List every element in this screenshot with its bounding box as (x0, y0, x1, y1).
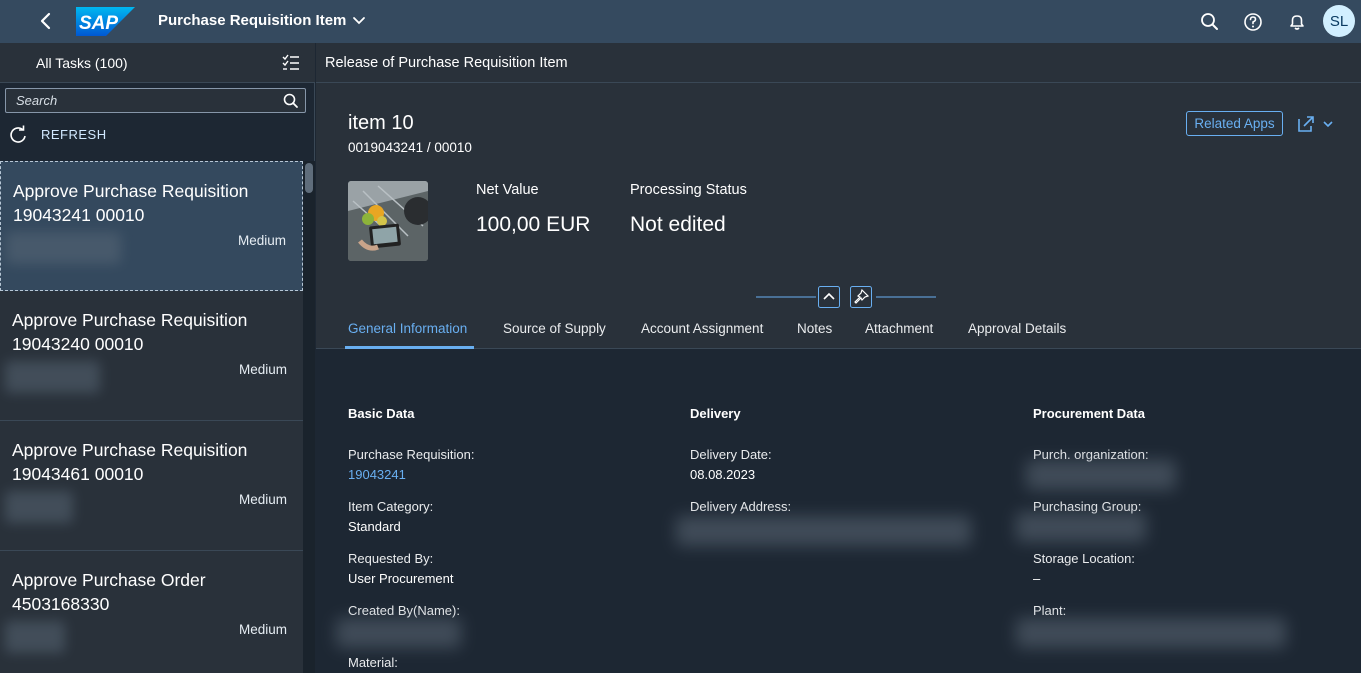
net-value: 100,00 EUR (476, 213, 591, 236)
delivery-date-value: 08.08.2023 (690, 467, 756, 482)
scrollbar-thumb[interactable] (305, 163, 313, 193)
notifications-icon[interactable] (1286, 11, 1308, 33)
delivery-date-label: Delivery Date: (690, 447, 772, 462)
redacted-text (336, 618, 461, 648)
refresh-icon (10, 125, 26, 143)
storage-location-label: Storage Location: (1033, 551, 1135, 566)
processing-status-value: Not edited (630, 213, 726, 236)
search-icon[interactable] (1199, 11, 1221, 33)
object-subtitle: 0019043241 / 00010 (348, 140, 472, 155)
active-tab-indicator (345, 346, 474, 349)
item-category-value: Standard (348, 519, 401, 534)
pin-header-icon[interactable] (850, 286, 872, 308)
storage-location-value: – (1033, 571, 1041, 586)
redacted-text (5, 621, 65, 653)
net-value-label: Net Value (476, 182, 539, 198)
object-header: item 10 0019043241 / 00010 Related Apps … (316, 83, 1361, 349)
detail-pane: Release of Purchase Requisition Item ite… (316, 43, 1361, 673)
detail-page-title: Release of Purchase Requisition Item (325, 55, 568, 71)
task-list-header: All Tasks (100) (0, 43, 315, 83)
detail-header: Release of Purchase Requisition Item (316, 43, 1361, 83)
back-icon[interactable] (36, 11, 56, 31)
processing-status-label: Processing Status (630, 182, 747, 198)
delivery-title: Delivery (690, 406, 741, 421)
task-list-pane: All Tasks (100) REFRESH Approve Purchase… (0, 43, 315, 673)
tab-bar: General Information Source of Supply Acc… (316, 311, 1361, 349)
tab-attachment[interactable]: Attachment (865, 321, 933, 336)
item-image (348, 181, 428, 261)
task-title: Approve Purchase Requisition 19043240 00… (12, 310, 248, 354)
help-icon[interactable] (1242, 11, 1264, 33)
created-by-label: Created By(Name): (348, 603, 460, 618)
tab-notes[interactable]: Notes (797, 321, 832, 336)
task-list-title: All Tasks (100) (36, 55, 128, 71)
related-apps-button[interactable]: Related Apps (1186, 111, 1283, 136)
redacted-text (1016, 512, 1146, 542)
task-item[interactable]: Approve Purchase Order 4503168330 Medium (0, 551, 303, 673)
tab-account-assignment[interactable]: Account Assignment (641, 321, 763, 336)
redacted-text (1016, 618, 1286, 648)
purchase-requisition-label: Purchase Requisition: (348, 447, 475, 462)
task-title: Approve Purchase Requisition 19043461 00… (12, 440, 248, 484)
object-title: item 10 (348, 112, 414, 134)
delivery-address-label: Delivery Address: (690, 499, 792, 514)
search-input[interactable] (6, 89, 276, 112)
plant-label: Plant: (1033, 603, 1067, 618)
task-item-selected[interactable]: Approve Purchase Requisition 19043241 00… (0, 161, 303, 291)
refresh-label: REFRESH (41, 127, 107, 142)
task-priority: Medium (238, 492, 287, 507)
procurement-data-title: Procurement Data (1033, 406, 1145, 421)
tab-source-of-supply[interactable]: Source of Supply (503, 321, 606, 336)
shell-bar: SAP Purchase Requisition Item SL (0, 0, 1361, 43)
app-title-menu[interactable]: Purchase Requisition Item (158, 12, 366, 29)
item-category-label: Item Category: (348, 499, 434, 514)
task-item[interactable]: Approve Purchase Requisition 19043240 00… (0, 291, 303, 421)
task-priority: Medium (237, 233, 286, 248)
filter-list-icon[interactable] (281, 53, 301, 73)
sap-logo[interactable]: SAP (76, 7, 135, 36)
material-label: Material: (348, 655, 398, 670)
redacted-text (6, 232, 121, 264)
tab-general-information[interactable]: General Information (348, 321, 467, 336)
purchase-requisition-link[interactable]: 19043241 (348, 467, 406, 482)
app-title: Purchase Requisition Item (158, 12, 347, 29)
task-priority: Medium (238, 362, 287, 377)
requested-by-value: User Procurement (348, 571, 454, 586)
search-icon[interactable] (282, 92, 300, 110)
user-avatar[interactable]: SL (1323, 5, 1355, 37)
chevron-down-icon (353, 16, 366, 24)
redacted-text (5, 361, 100, 393)
search-field[interactable] (5, 88, 306, 113)
tab-approval-details[interactable]: Approval Details (968, 321, 1066, 336)
task-title: Approve Purchase Order 4503168330 (12, 570, 206, 614)
redacted-text (5, 491, 73, 523)
redacted-text (676, 516, 971, 546)
basic-data-title: Basic Data (348, 406, 415, 421)
header-collapse-controls (756, 296, 936, 298)
task-list: Approve Purchase Requisition 19043241 00… (0, 161, 303, 673)
redacted-text (1026, 460, 1176, 490)
collapse-header-icon[interactable] (818, 286, 840, 308)
svg-text:SAP: SAP (79, 13, 118, 34)
share-icon[interactable] (1296, 113, 1338, 135)
refresh-button[interactable]: REFRESH (0, 119, 303, 149)
task-item[interactable]: Approve Purchase Requisition 19043461 00… (0, 421, 303, 551)
task-title: Approve Purchase Requisition 19043241 00… (13, 181, 249, 225)
requested-by-label: Requested By: (348, 551, 434, 566)
task-priority: Medium (238, 622, 287, 637)
task-list-scrollbar[interactable] (303, 161, 315, 673)
